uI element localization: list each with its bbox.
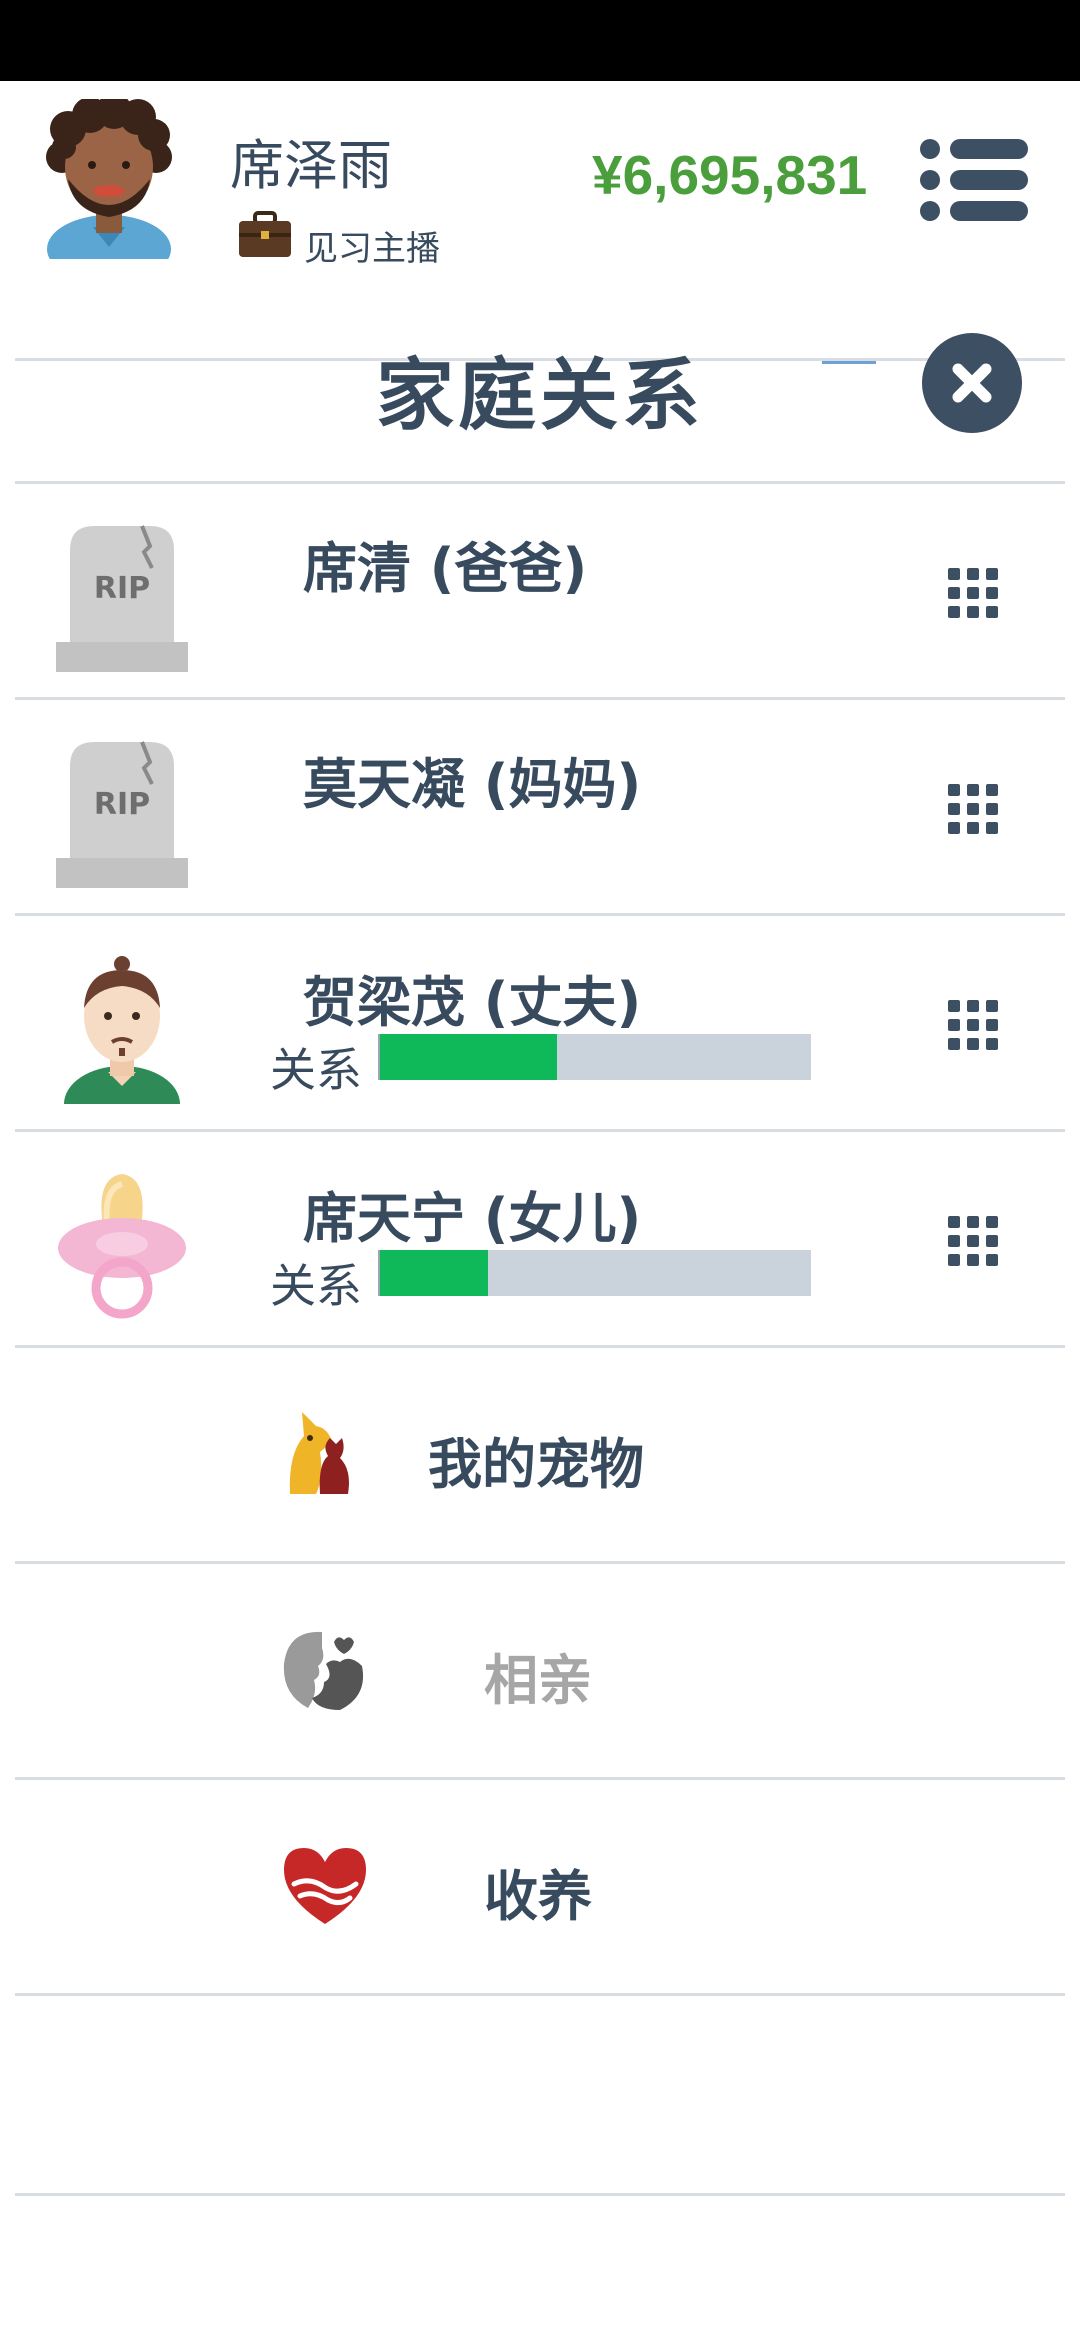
relation-bar <box>378 1034 811 1080</box>
grid-menu-icon[interactable] <box>946 998 1000 1052</box>
relation-bar-fill <box>380 1034 557 1080</box>
family-member-name: 贺梁茂 (丈夫) <box>303 971 642 1034</box>
close-button[interactable] <box>922 333 1022 433</box>
relation-label: 关系 <box>270 1043 362 1097</box>
title-row: 家庭关系 <box>0 283 1080 483</box>
couple-kiss-icon <box>283 1631 364 1710</box>
pet-icon <box>289 1412 349 1494</box>
list-menu-icon[interactable] <box>918 137 1028 223</box>
user-avatar[interactable] <box>38 99 180 259</box>
page-title: 家庭关系 <box>375 351 704 441</box>
family-member-name: 莫天凝 (妈妈) <box>303 753 642 816</box>
divider <box>15 1993 1065 1996</box>
relation-bar <box>378 1250 811 1296</box>
grid-menu-icon[interactable] <box>946 782 1000 836</box>
relation-label: 关系 <box>270 1259 362 1313</box>
family-member-name: 席清 (爸爸) <box>303 537 588 600</box>
relation-bar-fill <box>380 1250 488 1296</box>
user-name: 席泽雨 <box>230 134 392 197</box>
job-title: 见习主播 <box>304 229 440 269</box>
tombstone-text: RIP <box>94 571 150 606</box>
pacifier-icon <box>58 1174 186 1319</box>
my-pets-button[interactable]: 我的宠物 <box>0 1348 1080 1564</box>
adoption-label: 收养 <box>484 1865 592 1928</box>
grid-menu-icon[interactable] <box>946 566 1000 620</box>
family-member-row[interactable]: 贺梁茂 (丈夫) 关系 <box>0 916 1080 1132</box>
tombstone-icon: RIP <box>56 525 188 672</box>
adoption-button[interactable]: 收养 <box>0 1780 1080 1996</box>
blind-date-label: 相亲 <box>484 1649 592 1712</box>
family-member-row[interactable]: 席天宁 (女儿) 关系 <box>0 1132 1080 1348</box>
heart-hug-icon <box>284 1848 366 1924</box>
app-header: 席泽雨 见习主播 ¥6,695,831 <box>0 81 1080 364</box>
grid-menu-icon[interactable] <box>946 1214 1000 1268</box>
family-member-row[interactable]: RIP 席清 (爸爸) <box>0 484 1080 700</box>
man-avatar-icon <box>64 956 180 1104</box>
money-balance: ¥6,695,831 <box>592 144 868 206</box>
divider <box>15 2193 1065 2196</box>
family-member-name: 席天宁 (女儿) <box>303 1187 642 1250</box>
tombstone-text: RIP <box>94 787 150 822</box>
tombstone-icon: RIP <box>56 741 188 888</box>
status-bar <box>0 0 1080 81</box>
family-member-row[interactable]: RIP 莫天凝 (妈妈) <box>0 700 1080 916</box>
blind-date-button[interactable]: 相亲 <box>0 1564 1080 1780</box>
my-pets-label: 我的宠物 <box>428 1433 644 1496</box>
briefcase-icon <box>239 211 291 257</box>
